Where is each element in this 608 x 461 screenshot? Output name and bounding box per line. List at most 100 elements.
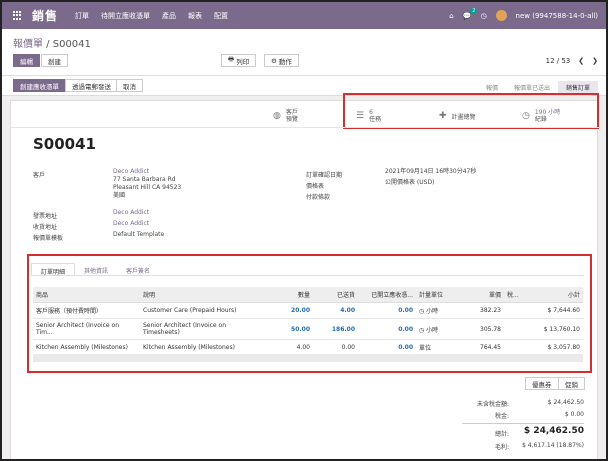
tasks-icon: ☰ [356,111,365,121]
user-menu[interactable]: new (9947588-14-0-all) [516,12,598,20]
col-delivered[interactable]: 已送貨 [313,287,358,303]
pager-prev-icon[interactable]: ❮ [578,57,584,65]
total-value: $ 24,462.50 [523,426,584,436]
tab-customer-signature[interactable]: 客戶簽名 [117,263,159,275]
invoice-address-link[interactable]: Deco Addict [113,209,149,217]
col-unit-price[interactable]: 單價 [460,287,504,303]
stage-sales-order[interactable]: 銷售訂單 [557,81,598,94]
customer-name-link[interactable]: Deco Addict [113,168,149,176]
forecast-icon: ◷ [419,326,425,334]
pager: 12 / 53 ❮ ❯ [546,57,598,65]
col-uom[interactable]: 計量單位 [416,287,460,303]
tasks-label: 任務 [369,116,382,123]
control-panel: 報價單 / S00041 編輯 創建 🖶 列印 ⚙ 動作 12 / 53 ❮ ❯ [2,29,606,76]
untaxed-amount-value: $ 24,462.50 [547,399,584,406]
forecast-icon: ◷ [419,308,425,315]
action-button[interactable]: ⚙ 動作 [264,54,299,67]
create-button[interactable]: 創建 [41,54,68,67]
col-quantity[interactable]: 數量 [268,287,313,303]
pricelist-value: 公開價格表 (USD) [385,179,435,186]
cell-delivered: 186.00 [313,318,358,340]
avatar[interactable] [495,10,507,21]
status-bar: 創建應收憑單 透過電郵發送 取消 報價 報價單已送出 銷售訂單 [2,76,606,96]
coupon-button[interactable]: 優惠券 [525,377,559,390]
margin-value: $ 4,617.14 (18.87%) [522,442,584,449]
stage-pipeline: 報價 報價單已送出 銷售訂單 [478,81,598,94]
payment-terms-label: 付款條款 [306,194,331,201]
home-icon[interactable]: ⌂ [449,12,453,20]
total-label: 總計: [494,431,509,438]
tab-other-info[interactable]: 其他資訊 [75,263,117,275]
customer-preview-label-2: 預覽 [285,116,298,123]
cell-subtotal: $ 13,760.10 [528,318,583,340]
app-window: 銷售 訂單 待開立應收憑單 產品 報表 配置 ⌂ 💬 2 ◷ new (99475… [0,0,608,461]
cell-unit-price: 382.23 [460,302,504,319]
col-invoiced[interactable]: 已開立應收憑... [358,287,416,303]
untaxed-amount-label: 未含稅金額: [476,401,509,408]
cell-product: Senior Architect (Invoice on Tim... [33,318,140,340]
menu-reporting[interactable]: 報表 [188,11,202,21]
tasks-button[interactable]: ☰ 6 任務 [356,103,381,129]
template-value: Default Template [113,231,165,238]
print-button[interactable]: 🖶 列印 [221,54,257,67]
breadcrumb-quotations[interactable]: 報價單 [13,39,43,50]
promotions-button[interactable]: 促銷 [558,377,585,390]
app-brand[interactable]: 銷售 [32,7,58,24]
menu-orders[interactable]: 訂單 [75,11,89,21]
chat-icon[interactable]: 💬 2 [463,7,478,20]
print-label: 列印 [236,57,250,66]
cell-description: Customer Care (Prepaid Hours) [140,302,268,319]
stage-quotation-sent[interactable]: 報價單已送出 [506,81,558,94]
delivery-address-label: 收貨地址 [33,224,58,231]
clock-icon[interactable]: ◷ [480,12,486,20]
cell-uom-value: 小時 [426,326,439,334]
cell-quantity: 20.00 [268,302,313,319]
pricelist-label: 價格表 [306,183,325,190]
tax-label: 稅金: [494,413,509,420]
delivery-address-link[interactable]: Deco Addict [113,220,149,228]
apps-menu-icon[interactable] [13,10,23,21]
cell-product: 客戶服務（預付費時間） [33,302,140,319]
invoice-address-label: 發票地址 [33,213,58,220]
cell-description-line-2: Timesheets) [143,329,180,336]
template-label: 報價單模板 [33,235,64,242]
cancel-button[interactable]: 取消 [116,79,143,92]
table-row[interactable]: 客戶服務（預付費時間） Customer Care (Prepaid Hours… [33,302,583,319]
breadcrumb-separator: / [43,39,53,50]
table-row[interactable]: Senior Architect (Invoice on Tim... Seni… [33,318,583,340]
send-email-button[interactable]: 透過電郵發送 [65,79,118,92]
cell-uom: ◷ 小時 [416,302,460,319]
totals-divider [462,423,584,424]
globe-icon: ◍ [273,111,281,121]
col-product[interactable]: 商品 [33,287,140,303]
project-overview-button[interactable]: ✚ 計畫總覽 [439,103,476,129]
cell-invoiced: 0.00 [358,318,416,340]
menu-products[interactable]: 產品 [162,11,176,21]
col-taxes[interactable]: 稅... [504,287,528,303]
table-horizontal-scrollbar[interactable] [33,354,583,362]
col-subtotal[interactable]: 小計 [528,287,583,303]
gear-icon: ⚙ [271,56,279,65]
puzzle-icon: ✚ [439,111,447,121]
cell-quantity: 50.00 [268,318,313,340]
customer-preview-button[interactable]: ◍ 客戶 預覽 [273,103,298,129]
tab-order-lines[interactable]: 訂單明細 [31,263,76,276]
menu-configuration[interactable]: 配置 [214,11,228,21]
cell-invoiced: 0.00 [358,302,416,319]
pager-next-icon[interactable]: ❯ [592,57,598,65]
breadcrumb: 報價單 / S00041 [13,35,91,50]
timesheet-button[interactable]: ◷ 190 小時 紀錄 [522,103,560,129]
tasks-count: 6 [369,109,373,116]
form-sheet: ◍ 客戶 預覽 ☰ 6 任務 ✚ 計畫總覽 ◷ 190 小時 紀錄 S00041 客戶… [10,93,599,459]
stage-quotation[interactable]: 報價 [478,81,506,94]
cell-taxes [504,318,528,340]
menu-to-invoice[interactable]: 待開立應收憑單 [101,11,150,21]
col-description[interactable]: 說明 [140,287,268,303]
cell-taxes [504,302,528,319]
timesheet-value: 190 小時 [534,109,561,116]
pager-value[interactable]: 12 / 53 [546,57,571,65]
create-invoice-button[interactable]: 創建應收憑單 [13,79,66,92]
cell-subtotal: $ 7,644.60 [528,302,583,319]
main-menu: 訂單 待開立應收憑單 產品 報表 配置 [75,11,228,21]
edit-button[interactable]: 編輯 [13,54,40,67]
